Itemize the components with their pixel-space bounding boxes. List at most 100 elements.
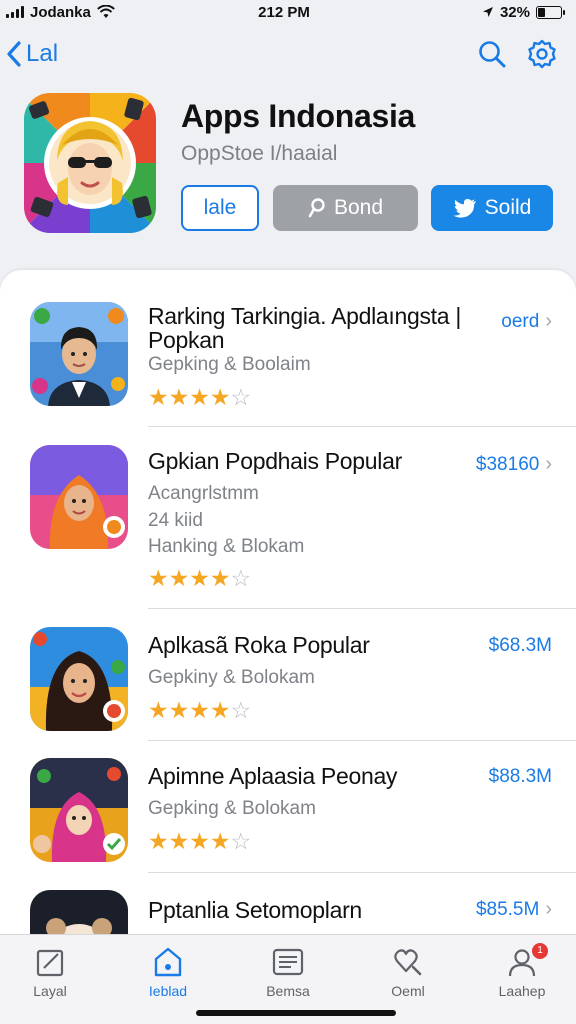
back-label: Lal [26,40,59,67]
app-thumbnail [30,627,128,731]
notification-badge: 1 [532,943,548,959]
page-subtitle: OppStoe I/haaial [181,142,338,165]
signal-icon [6,6,24,18]
tab-label: Ieblad [148,983,188,999]
star-filled-icon: ★ [189,697,210,723]
search-button[interactable] [472,34,512,74]
star-filled-icon: ★ [209,384,231,410]
settings-button[interactable] [522,34,562,74]
star-empty-icon: ☆ [230,565,252,591]
app-category: Gepking & Bolokam [148,798,316,819]
star-filled-icon: ★ [209,565,231,591]
app-name: Apimne Aplaasia Peonay [148,763,398,789]
chevron-right-icon: › [545,310,552,332]
tab-layal[interactable]: Layal [0,941,100,999]
tab-ieblad[interactable]: Ieblad [118,941,218,999]
back-button[interactable]: Lal [6,40,58,68]
star-filled-icon: ★ [168,384,190,410]
app-name: Aplkasã Roka Popular [148,632,370,658]
chevron-left-icon [7,41,21,67]
star-empty-icon: ☆ [230,384,252,410]
location-arrow-icon [482,7,493,17]
star-filled-icon: ★ [189,384,210,410]
app-header: Apps Indonasia OppStoe I/haaial lale Bon… [24,90,564,240]
page-title: Apps Indonasia [181,98,416,134]
rating-stars: ★ ★ ★ ★ ☆ [148,830,251,853]
newspaper-icon [272,948,304,976]
rating-stars: ★ ★ ★ ★ ☆ [148,386,251,409]
divider [148,426,576,427]
battery-icon [536,5,565,19]
list-item[interactable]: Aplkasã Roka Popular Gepkiny & Bolokam ★… [0,627,576,747]
search-heart-icon [394,949,422,976]
star-filled-icon: ★ [148,697,169,723]
app-category: Gepkiny & Bolokam [148,667,315,688]
wifi-icon [97,5,115,18]
price-button[interactable]: $85.5M › [476,898,552,921]
gear-icon [528,39,556,69]
price-label: $85.5M [475,898,540,920]
list-item[interactable]: Gpkian Popdhais Popular Acangrlstmm 24 k… [0,445,576,605]
price-button[interactable]: oerd › [501,310,552,333]
home-indicator [196,1010,396,1016]
app-category: Hanking & Blokam [148,536,305,557]
price-button[interactable]: $68.3M [489,635,552,657]
tab-label: Oeml [391,983,425,999]
star-filled-icon: ★ [148,384,169,410]
app-thumbnail [30,445,128,549]
bond-button-label: Bond [333,196,384,219]
divider [148,872,576,873]
price-label: $88.3M [488,766,552,787]
app-name: Pptanlia Setomoplarn [148,897,362,923]
list-item[interactable]: Rarking Tarkingia. Apdlaıngsta | Popkan … [0,302,576,432]
chevron-right-icon: › [545,898,552,920]
star-filled-icon: ★ [168,697,190,723]
search-icon [479,41,506,68]
star-empty-icon: ☆ [230,828,252,854]
app-name: Gpkian Popdhais Popular [148,448,402,474]
battery-percent: 32% [499,3,530,21]
app-icon[interactable] [24,93,156,233]
navigation-bar: Lal [0,30,576,78]
app-category: Gepking & Boolaim [148,354,311,375]
sale-button-label: lale [203,196,237,219]
star-filled-icon: ★ [148,565,169,591]
rating-stars: ★ ★ ★ ★ ☆ [148,567,251,590]
star-empty-icon: ☆ [230,697,252,723]
tab-bemsa[interactable]: Bemsa [238,941,338,999]
bond-button[interactable]: Bond [273,185,418,231]
star-filled-icon: ★ [148,828,169,854]
star-filled-icon: ★ [168,828,190,854]
sold-button-label: Soild [484,196,532,219]
square-pencil-icon [36,949,64,977]
app-thumbnail [30,302,128,406]
rating-stars: ★ ★ ★ ★ ☆ [148,699,251,722]
app-publisher: Acangrlstmm [148,483,259,504]
tab-laahep[interactable]: 1 Laahep [472,941,572,999]
star-filled-icon: ★ [189,828,210,854]
star-filled-icon: ★ [209,828,231,854]
price-label: $38160 [475,453,540,475]
carrier-label: Jodanka [30,3,91,21]
star-filled-icon: ★ [168,565,190,591]
price-button[interactable]: $88.3M [489,766,552,788]
status-time: 212 PM [258,3,310,21]
list-item[interactable]: Apimne Aplaasia Peonay Gepking & Bolokam… [0,758,576,878]
chevron-right-icon: › [545,453,552,475]
divider [148,608,576,609]
tab-oeml[interactable]: Oeml [358,941,458,999]
app-list: Rarking Tarkingia. Apdlaıngsta | Popkan … [0,270,576,1024]
bird-icon [453,199,476,218]
app-size: 24 kiid [148,510,203,531]
price-button[interactable]: $38160 › [476,453,552,476]
app-thumbnail [30,758,128,862]
app-name: Rarking Tarkingia. Apdlaıngsta | Popkan [148,303,462,353]
sold-button[interactable]: Soild [431,185,553,231]
price-label: oerd [501,310,540,332]
tab-label: Layal [33,983,67,999]
star-filled-icon: ★ [209,697,231,723]
price-label: $68.3M [488,635,552,656]
tab-label: Bemsa [266,983,310,999]
sale-button[interactable]: lale [181,185,259,231]
status-bar: Jodanka 212 PM 32% [0,0,576,24]
